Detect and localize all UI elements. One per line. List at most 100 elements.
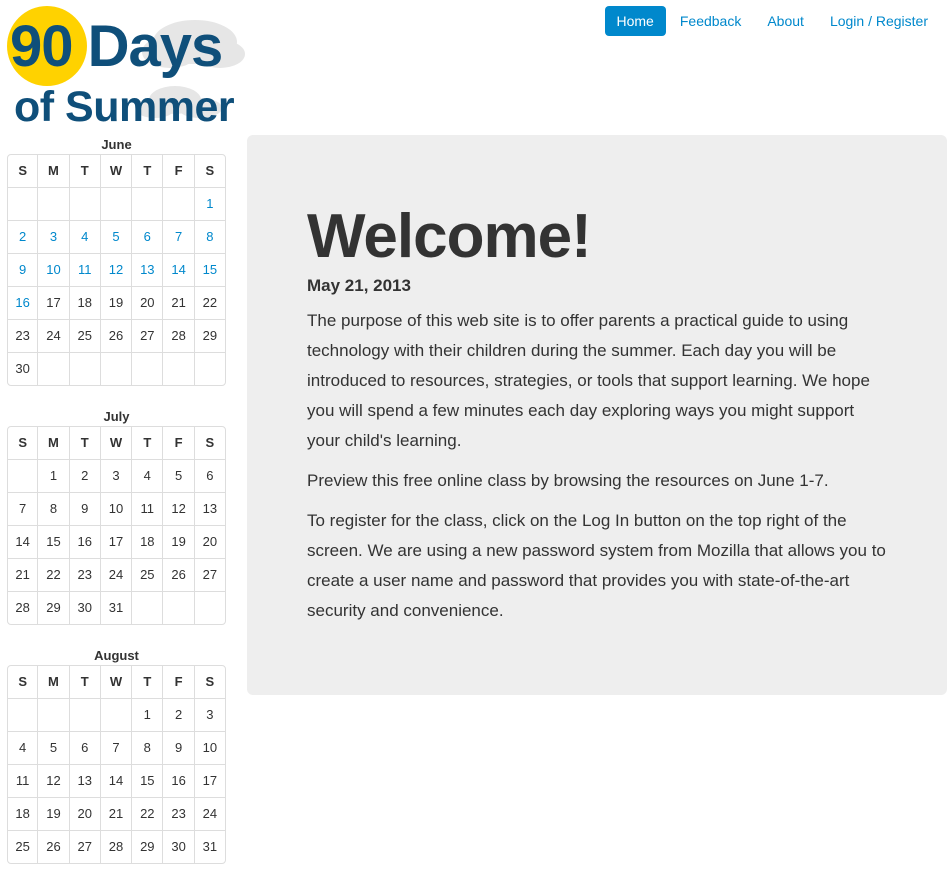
- weekday-header: F: [162, 666, 193, 698]
- calendar-day: 30: [162, 830, 194, 863]
- calendar-week-row: 21 22 23 24 25 26 27: [8, 558, 225, 591]
- calendar-empty-cell: [131, 352, 163, 385]
- calendar-week-row: 25 26 27 28 29 30 31: [8, 830, 225, 863]
- calendar-day: 7: [99, 731, 132, 764]
- calendar-day: 28: [162, 319, 194, 352]
- calendar-day: 24: [99, 558, 132, 591]
- weekday-header: T: [68, 427, 100, 459]
- calendar-week-row: 1: [8, 187, 225, 220]
- nav-login-register[interactable]: Login / Register: [818, 6, 940, 36]
- calendar-day-link[interactable]: 12: [99, 253, 132, 286]
- nav-about[interactable]: About: [755, 6, 816, 36]
- calendar-day: 11: [131, 492, 163, 525]
- calendar-month-title: July: [103, 409, 130, 424]
- calendar-day: 29: [193, 319, 225, 352]
- weekday-header: T: [68, 155, 100, 187]
- calendar-day: 2: [162, 698, 194, 731]
- calendar-week-row: 123: [8, 698, 225, 731]
- calendar-day: 17: [99, 525, 132, 558]
- calendar-day: 21: [99, 797, 132, 830]
- calendar-grid: S M T W T F S 1 2 3 4 5 6 7 8 9 10 11 12 13 14 15 16 17 18 19 20 21…: [7, 426, 226, 625]
- calendar-day: 26: [37, 830, 69, 863]
- calendar-week-row: 18 19 20 21 22 23 24: [8, 797, 225, 830]
- calendar-day-link[interactable]: 5: [99, 220, 132, 253]
- calendar-day: 19: [37, 797, 69, 830]
- calendar-day: 12: [37, 764, 69, 797]
- weekday-header: S: [18, 163, 27, 178]
- calendar-june: June S M T W T F S 1 2 3 4 5 6 7 8 9 10 11 12 13 14 15 16 17 18 1…: [7, 136, 226, 386]
- calendar-day-link[interactable]: 13: [131, 253, 163, 286]
- calendar-day: 25: [68, 319, 100, 352]
- weekday-header: M: [37, 155, 68, 187]
- welcome-title: Welcome!: [307, 202, 592, 271]
- calendar-day: 25: [131, 558, 163, 591]
- calendar-empty-cell: [162, 352, 194, 385]
- calendar-header-row: SMTWTFS: [8, 427, 225, 459]
- calendar-week-row: 4 5 6 7 8 9 10: [8, 731, 225, 764]
- calendar-day: 28: [8, 591, 38, 624]
- calendar-header-row: SMTWTFS: [8, 155, 225, 187]
- calendar-empty-cell: [68, 352, 100, 385]
- calendar-day: 20: [68, 797, 100, 830]
- logo-line-1: 90 Days: [10, 14, 223, 79]
- top-nav: Home Feedback About Login / Register: [603, 6, 941, 36]
- calendar-day: 9: [68, 492, 100, 525]
- calendar-day: 27: [68, 830, 100, 863]
- calendar-day: 22: [37, 558, 69, 591]
- calendar-day: 30: [8, 352, 38, 385]
- calendar-empty-cell: [193, 591, 225, 624]
- calendar-day: 27: [193, 558, 225, 591]
- calendar-empty-cell: [131, 591, 163, 624]
- calendar-day: 1: [37, 459, 69, 492]
- calendar-empty-cell: [68, 187, 100, 220]
- site-logo[interactable]: 90 Days of Summer: [5, 4, 250, 129]
- weekday-header: S: [18, 674, 27, 689]
- calendar-day-link[interactable]: 7: [162, 220, 194, 253]
- calendar-day: 13: [193, 492, 225, 525]
- calendar-day: 27: [131, 319, 163, 352]
- calendar-day: 18: [8, 797, 38, 830]
- calendar-week-row: 14 15 16 17 18 19 20: [8, 525, 225, 558]
- calendar-day: 30: [68, 591, 100, 624]
- calendar-week-row: 28 29 30 31: [8, 591, 225, 624]
- calendar-day: 23: [162, 797, 194, 830]
- calendar-day: 20: [131, 286, 163, 319]
- calendar-day-link[interactable]: 1: [193, 187, 225, 220]
- weekday-header: W: [99, 155, 131, 187]
- calendar-week-row: 11 12 13 14 15 16 17: [8, 764, 225, 797]
- calendar-day-link[interactable]: 8: [193, 220, 225, 253]
- calendar-day: 16: [162, 764, 194, 797]
- calendar-day: 9: [162, 731, 194, 764]
- calendar-grid: S M T W T F S 1 2 3 4 5 6 7 8 9 10 11 12 13 14 15 16 17 18 19 20 21…: [7, 154, 226, 386]
- calendar-day: 24: [37, 319, 69, 352]
- calendar-day: 12: [162, 492, 194, 525]
- preview-paragraph: Preview this free online class by browsi…: [307, 471, 829, 490]
- calendar-day: 18: [68, 286, 100, 319]
- nav-home[interactable]: Home: [604, 6, 666, 36]
- calendar-day-link[interactable]: 11: [68, 253, 100, 286]
- calendar-day-link[interactable]: 15: [193, 253, 225, 286]
- calendar-day-link[interactable]: 9: [8, 253, 38, 286]
- calendar-day: 15: [131, 764, 163, 797]
- calendar-day-link[interactable]: 4: [68, 220, 100, 253]
- calendar-day: 1: [131, 698, 163, 731]
- weekday-header: M: [37, 427, 68, 459]
- calendar-day: 10: [99, 492, 132, 525]
- calendar-day: 31: [99, 591, 132, 624]
- calendar-week-row: 16 17 18 19 20 21 22: [8, 286, 225, 319]
- nav-feedback[interactable]: Feedback: [668, 6, 753, 36]
- calendar-day: 29: [37, 591, 69, 624]
- calendar-day: 18: [131, 525, 163, 558]
- calendar-day: 29: [131, 830, 163, 863]
- calendar-day-link[interactable]: 2: [8, 220, 38, 253]
- calendar-day: 8: [37, 492, 69, 525]
- calendar-day-link[interactable]: 14: [162, 253, 194, 286]
- calendar-day-link[interactable]: 10: [37, 253, 69, 286]
- calendar-day: 8: [131, 731, 163, 764]
- calendar-empty-cell: [8, 187, 38, 220]
- calendar-day-link[interactable]: 3: [37, 220, 69, 253]
- calendar-day-link[interactable]: 6: [131, 220, 163, 253]
- calendar-day: 21: [8, 558, 38, 591]
- calendar-day-link[interactable]: 16: [8, 286, 38, 319]
- calendar-day: 7: [8, 492, 38, 525]
